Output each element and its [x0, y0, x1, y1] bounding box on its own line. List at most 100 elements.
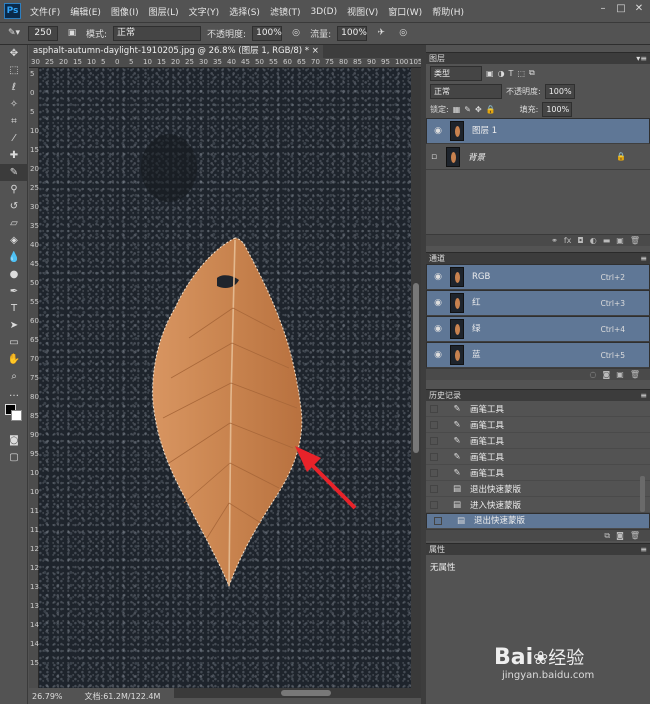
fx-icon[interactable]: fx: [564, 236, 572, 245]
save-selection-icon[interactable]: ◙: [603, 370, 611, 379]
layer-filter-select[interactable]: 类型: [430, 65, 482, 81]
history-source-checkbox[interactable]: [430, 436, 438, 445]
menu-item[interactable]: 文字(Y): [189, 5, 220, 18]
new-group-icon[interactable]: ▬: [603, 236, 611, 245]
type-tool-icon[interactable]: T: [0, 300, 28, 317]
pressure-opacity-icon[interactable]: ◎: [288, 26, 304, 41]
lock-brush-icon[interactable]: ✎: [464, 105, 471, 114]
menu-item[interactable]: 图层(L): [149, 5, 179, 18]
eye-icon[interactable]: ◉: [430, 271, 446, 284]
panel-menu-icon[interactable]: ≡: [640, 253, 647, 264]
menu-item[interactable]: 选择(S): [229, 5, 260, 18]
eye-icon[interactable]: ◉: [430, 323, 446, 336]
adjustment-layer-icon[interactable]: ◐: [590, 236, 597, 245]
menu-item[interactable]: 编辑(E): [70, 5, 101, 18]
rectangle-tool-icon[interactable]: ▭: [0, 334, 28, 351]
document-tab[interactable]: asphalt-autumn-daylight-1910205.jpg @ 26…: [29, 45, 323, 58]
crop-tool-icon[interactable]: ⌗: [0, 113, 28, 130]
history-source-checkbox[interactable]: [430, 500, 438, 509]
eye-icon[interactable]: ◉: [430, 125, 446, 138]
minimize-icon[interactable]: –: [596, 3, 610, 15]
history-state[interactable]: ▤ 退出快速蒙版: [426, 481, 650, 497]
tab-close-icon[interactable]: ×: [312, 46, 319, 56]
vertical-scrollbar[interactable]: [411, 68, 421, 688]
pen-tool-icon[interactable]: ✒: [0, 283, 28, 300]
opacity-input[interactable]: 100%: [252, 26, 283, 41]
history-state[interactable]: ✎ 画笔工具: [426, 449, 650, 465]
blend-mode-select[interactable]: 正常: [430, 83, 502, 99]
lock-all-icon[interactable]: 🔒: [486, 105, 496, 114]
zoom-tool-icon[interactable]: ⌕: [0, 368, 28, 385]
history-panel-header[interactable]: 历史记录 ≡: [426, 390, 650, 401]
filter-type-icon[interactable]: T: [509, 69, 514, 78]
snapshot-icon[interactable]: ◙: [616, 531, 624, 540]
filter-adjust-icon[interactable]: ◑: [498, 69, 505, 78]
quick-mask-icon[interactable]: ◙: [0, 432, 28, 449]
brush-tool-icon[interactable]: ✎: [0, 164, 28, 181]
delete-channel-icon[interactable]: 🗑: [630, 370, 640, 379]
channel-row[interactable]: ◉ 红 Ctrl+3: [426, 290, 650, 316]
dodge-tool-icon[interactable]: ●: [0, 266, 28, 283]
layer-row-layer1[interactable]: ◉ 图层 1: [426, 118, 650, 144]
visibility-off-icon[interactable]: ▫: [426, 152, 442, 162]
paint-bucket-tool-icon[interactable]: ◈: [0, 232, 28, 249]
move-tool-icon[interactable]: ✥: [0, 45, 28, 62]
properties-panel-header[interactable]: 属性 ≡: [426, 544, 650, 555]
document-canvas[interactable]: [39, 68, 411, 688]
history-source-checkbox[interactable]: [430, 404, 438, 413]
eye-icon[interactable]: ◉: [430, 349, 446, 362]
history-brush-tool-icon[interactable]: ↺: [0, 198, 28, 215]
path-selection-tool-icon[interactable]: ➤: [0, 317, 28, 334]
eye-icon[interactable]: ◉: [430, 297, 446, 310]
history-source-checkbox[interactable]: [434, 517, 442, 525]
marquee-tool-icon[interactable]: ⬚: [0, 62, 28, 79]
hand-tool-icon[interactable]: ✋: [0, 351, 28, 368]
history-state[interactable]: ▤ 退出快速蒙版: [426, 513, 650, 529]
background-color-swatch[interactable]: [11, 410, 22, 421]
menu-item[interactable]: 图像(I): [111, 5, 139, 18]
menu-item[interactable]: 文件(F): [30, 5, 60, 18]
channel-row[interactable]: ◉ RGB Ctrl+2: [426, 264, 650, 290]
new-document-from-state-icon[interactable]: ⧉: [604, 531, 610, 541]
brush-size-picker[interactable]: 250: [28, 26, 58, 41]
menu-item[interactable]: 滤镜(T): [270, 5, 301, 18]
menu-item[interactable]: 帮助(H): [432, 5, 464, 18]
channel-row[interactable]: ◉ 绿 Ctrl+4: [426, 316, 650, 342]
mode-select[interactable]: 正常: [113, 26, 202, 41]
vertical-scroll-thumb[interactable]: [413, 283, 419, 453]
lock-pixels-icon[interactable]: ▦: [453, 105, 461, 114]
layer-row-background[interactable]: ▫ 背景 🔒: [426, 144, 650, 170]
delete-layer-icon[interactable]: 🗑: [630, 236, 640, 245]
lasso-tool-icon[interactable]: ℓ: [0, 79, 28, 96]
layers-panel-header[interactable]: 图层 ▾≡: [426, 53, 650, 64]
history-state[interactable]: ✎ 画笔工具: [426, 433, 650, 449]
delete-state-icon[interactable]: 🗑: [630, 531, 640, 540]
add-mask-icon[interactable]: ◘: [577, 236, 583, 245]
healing-brush-tool-icon[interactable]: ✚: [0, 147, 28, 164]
new-layer-icon[interactable]: ▣: [616, 236, 624, 245]
history-source-checkbox[interactable]: [430, 452, 438, 461]
eyedropper-tool-icon[interactable]: ⁄: [0, 130, 28, 147]
airbrush-icon[interactable]: ✈: [373, 26, 389, 41]
eraser-tool-icon[interactable]: ▱: [0, 215, 28, 232]
history-state[interactable]: ✎ 画笔工具: [426, 417, 650, 433]
panel-menu-icon[interactable]: ▾≡: [636, 53, 647, 64]
lock-position-icon[interactable]: ✥: [475, 105, 482, 114]
history-scroll-thumb[interactable]: [640, 476, 645, 512]
screen-mode-icon[interactable]: ▢: [0, 449, 28, 466]
channel-row[interactable]: ◉ 蓝 Ctrl+5: [426, 342, 650, 368]
pressure-size-icon[interactable]: ◎: [395, 26, 411, 41]
history-state[interactable]: ✎ 画笔工具: [426, 465, 650, 481]
blur-tool-icon[interactable]: 💧: [0, 249, 28, 266]
history-state[interactable]: ▤ 进入快速蒙版: [426, 497, 650, 513]
load-selection-icon[interactable]: ◌: [590, 370, 597, 379]
channels-panel-header[interactable]: 通道 ≡: [426, 253, 650, 264]
menu-item[interactable]: 窗口(W): [388, 5, 422, 18]
close-icon[interactable]: ✕: [632, 3, 646, 15]
filter-pixel-icon[interactable]: ▣: [486, 69, 494, 78]
clone-stamp-tool-icon[interactable]: ⚲: [0, 181, 28, 198]
more-tools-icon[interactable]: …: [0, 385, 28, 402]
menu-item[interactable]: 视图(V): [347, 5, 378, 18]
new-channel-icon[interactable]: ▣: [616, 370, 624, 379]
menu-item[interactable]: 3D(D): [310, 7, 337, 17]
